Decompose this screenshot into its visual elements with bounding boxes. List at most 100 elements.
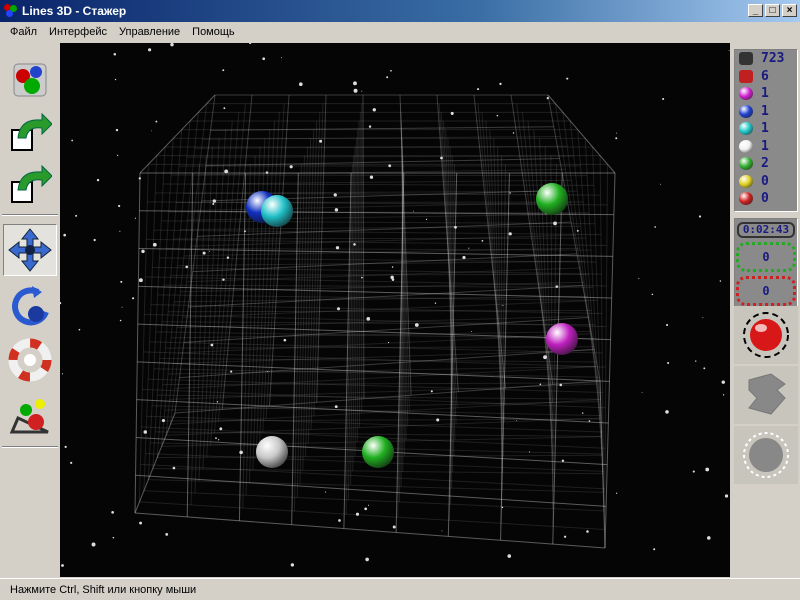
maximize-button[interactable]: □ (765, 4, 780, 17)
undo-button[interactable] (3, 106, 57, 158)
ball-icon (739, 122, 753, 136)
star (290, 563, 295, 567)
grid-line (187, 213, 576, 221)
empty-slot-button[interactable] (734, 426, 798, 484)
grid-line (134, 512, 606, 549)
grid-line (148, 479, 604, 493)
star (113, 52, 117, 56)
star (334, 208, 339, 212)
star (653, 548, 656, 551)
star (667, 361, 670, 365)
star (112, 536, 115, 539)
star (390, 69, 392, 72)
star (698, 215, 702, 218)
settings-button[interactable] (3, 388, 57, 440)
star (223, 107, 226, 110)
star (60, 302, 62, 305)
star (705, 467, 710, 472)
grid-line (134, 172, 141, 514)
star (499, 82, 502, 86)
rotate-mode-button[interactable] (3, 280, 57, 332)
star (368, 125, 372, 128)
star (702, 317, 704, 319)
menu-file[interactable]: Файл (4, 26, 43, 38)
game-ball[interactable] (535, 183, 568, 216)
star (71, 139, 74, 142)
arrow-forward-icon (11, 164, 52, 203)
ball-icon (739, 104, 753, 118)
grid-line (210, 120, 233, 446)
arrow-back-icon (11, 112, 52, 151)
star (586, 530, 589, 533)
star (148, 48, 152, 52)
grid-line (221, 94, 253, 410)
star (722, 394, 725, 396)
star (365, 557, 369, 562)
star (280, 57, 282, 59)
star (502, 304, 504, 306)
star (222, 69, 225, 72)
grid-line (138, 164, 149, 502)
redo-button[interactable] (3, 158, 57, 210)
close-button[interactable]: × (782, 4, 797, 17)
star (111, 510, 114, 514)
star (703, 367, 706, 370)
star (654, 226, 656, 228)
star (512, 132, 515, 134)
star (249, 43, 252, 45)
star (707, 536, 711, 540)
star (471, 331, 473, 333)
ball-count-row: 0 (735, 190, 797, 208)
app-icon (4, 4, 18, 18)
star (425, 218, 428, 221)
score-green: 0 (736, 242, 796, 272)
help-button[interactable] (3, 334, 57, 386)
game-ball[interactable] (261, 194, 294, 227)
red-ball-icon (743, 312, 789, 358)
star (353, 81, 357, 86)
star (496, 114, 499, 117)
star (695, 360, 697, 362)
star (364, 507, 368, 511)
star (298, 82, 303, 87)
game-ball[interactable] (361, 436, 394, 469)
star (372, 108, 376, 112)
score-red: 0 (736, 276, 796, 306)
next-ball-button[interactable] (734, 306, 798, 364)
star (78, 328, 81, 331)
star (353, 88, 358, 93)
new-game-button[interactable] (3, 54, 57, 106)
grid-line (171, 174, 588, 177)
star (566, 77, 569, 80)
grid-line (547, 94, 616, 174)
star (662, 97, 665, 101)
star (121, 306, 123, 308)
menu-help[interactable]: Помощь (186, 26, 241, 38)
star (155, 120, 158, 123)
star (361, 90, 363, 92)
cube-grid[interactable] (60, 43, 730, 577)
star (692, 470, 695, 473)
grid-line (161, 120, 191, 447)
star (581, 412, 584, 414)
star (120, 280, 123, 283)
grid-line (170, 273, 589, 276)
menu-control[interactable]: Управление (113, 26, 186, 38)
layers-button[interactable] (734, 366, 798, 424)
minimize-button[interactable]: _ (748, 4, 763, 17)
move-mode-button[interactable] (3, 224, 57, 276)
right-panel: 723 6 1111200 0:02:43 0 0 (731, 44, 800, 577)
grid-line (159, 257, 597, 263)
empty-ring-icon (743, 432, 789, 478)
star (563, 535, 567, 538)
star (119, 319, 122, 322)
ball-icon (739, 192, 753, 206)
ball-count: 2 (761, 156, 769, 172)
game-board-3d[interactable] (60, 43, 730, 577)
star (481, 240, 484, 242)
star (151, 130, 152, 132)
star (61, 564, 64, 567)
menu-interface[interactable]: Интерфейс (43, 26, 113, 38)
ball-count: 1 (761, 138, 769, 154)
occupied-cells: 6 (761, 68, 769, 84)
